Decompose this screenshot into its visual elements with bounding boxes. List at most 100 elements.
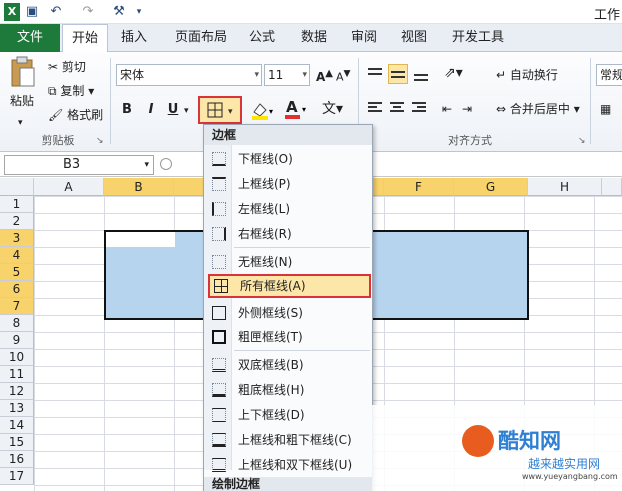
wrap-text-button[interactable]: ↵ 自动换行 (496, 66, 558, 84)
paste-button[interactable]: 粘贴 (10, 92, 34, 110)
active-cell[interactable] (106, 232, 175, 247)
menu-item-left-border[interactable]: 左框线(L) (204, 197, 372, 221)
select-all-corner[interactable] (0, 178, 34, 196)
copy-button[interactable]: ⧉ 复制 ▾ (48, 82, 94, 100)
column-header[interactable]: H (528, 178, 602, 196)
undo-icon[interactable]: ↶ (48, 3, 64, 21)
row-header[interactable]: 6 (0, 281, 34, 298)
merge-center-button[interactable]: ⇔ 合并后居中 ▾ (496, 100, 580, 118)
redo-icon[interactable]: ↷ (80, 3, 96, 21)
decrease-indent-icon[interactable]: ⇤ (442, 100, 452, 118)
column-header[interactable]: G (454, 178, 528, 196)
customize-tool-icon[interactable]: ⚒ (110, 3, 128, 21)
align-center-icon[interactable] (390, 100, 406, 116)
grow-font-icon[interactable]: A▲ (316, 65, 333, 86)
column-header[interactable]: F (384, 178, 454, 196)
watermark-logo-icon (462, 425, 494, 457)
underline-button[interactable]: U (164, 100, 182, 120)
align-left-icon[interactable] (368, 100, 384, 116)
accounting-format-icon[interactable]: ▦ (600, 100, 611, 118)
row-header[interactable]: 10 (0, 349, 34, 366)
font-size-select[interactable]: 11 ▾ (264, 64, 310, 86)
name-box-dropdown-icon[interactable]: ▾ (144, 156, 149, 174)
menu-item-top-double-bottom-border[interactable]: 上框线和双下框线(U) (204, 453, 372, 477)
paste-dropdown-icon[interactable]: ▾ (18, 114, 23, 132)
row-header[interactable]: 1 (0, 196, 34, 213)
font-name-select[interactable]: 宋体 ▾ (116, 64, 262, 86)
clipboard-launcher-icon[interactable]: ↘ (96, 132, 104, 150)
format-painter-button[interactable]: 🖌 格式刷 (48, 106, 103, 124)
row-header[interactable]: 12 (0, 383, 34, 400)
menu-item-no-border[interactable]: 无框线(N) (204, 250, 372, 274)
thick-box-border-icon (212, 330, 226, 344)
paste-icon[interactable] (8, 56, 38, 90)
tab-view[interactable]: 视图 (394, 24, 434, 52)
row-header[interactable]: 4 (0, 247, 34, 264)
column-header-overflow (602, 178, 622, 196)
fill-color-icon[interactable]: ▾ (250, 100, 276, 125)
menu-item-thick-box-border[interactable]: 粗匣框线(T) (204, 325, 372, 349)
menu-item-all-borders[interactable]: 所有框线(A) (208, 274, 371, 298)
menu-item-top-thick-bottom-border[interactable]: 上框线和粗下框线(C) (204, 428, 372, 452)
row-header[interactable]: 5 (0, 264, 34, 281)
align-middle-icon[interactable] (388, 64, 408, 84)
all-borders-icon: ▾ (207, 102, 233, 118)
align-right-icon[interactable] (412, 100, 428, 116)
align-bottom-icon[interactable] (414, 66, 430, 82)
row-header[interactable]: 14 (0, 417, 34, 434)
formula-bar-splitter-icon[interactable] (160, 158, 172, 170)
top-border-icon (212, 177, 226, 191)
underline-dropdown-icon[interactable]: ▾ (184, 102, 189, 120)
save-icon[interactable]: ▣ (24, 3, 40, 21)
menu-item-top-border[interactable]: 上框线(P) (204, 172, 372, 196)
cut-button[interactable]: ✂ 剪切 (48, 58, 86, 76)
shrink-font-icon[interactable]: A▼ (336, 65, 351, 87)
tab-review[interactable]: 审阅 (344, 24, 384, 52)
number-format-select[interactable]: 常规 (596, 64, 622, 86)
font-color-icon[interactable]: A ▾ (284, 98, 310, 125)
name-box-value: B3 (63, 157, 81, 172)
border-dropdown-menu: 边框 下框线(O) 上框线(P) 左框线(L) 右框线(R) 无框线(N) 所有… (203, 124, 373, 491)
alignment-launcher-icon[interactable]: ↘ (578, 132, 586, 150)
tab-formulas[interactable]: 公式 (240, 24, 284, 52)
row-header[interactable]: 15 (0, 434, 34, 451)
watermark-title: 酷知网 (498, 429, 561, 453)
row-header[interactable]: 3 (0, 230, 34, 247)
excel-logo-icon: X (4, 3, 20, 21)
tab-developer[interactable]: 开发工具 (446, 24, 510, 52)
tab-home[interactable]: 开始 (62, 24, 108, 53)
column-header[interactable]: B (104, 178, 174, 196)
menu-item-label: 外侧框线(S) (238, 306, 303, 320)
row-header[interactable]: 11 (0, 366, 34, 383)
row-header[interactable]: 2 (0, 213, 34, 230)
tab-insert[interactable]: 插入 (112, 24, 156, 52)
wrap-text-label: 自动换行 (509, 68, 558, 82)
row-header[interactable]: 8 (0, 315, 34, 332)
border-button[interactable]: ▾ (198, 96, 242, 124)
menu-item-outside-borders[interactable]: 外侧框线(S) (204, 301, 372, 325)
row-header[interactable]: 16 (0, 451, 34, 468)
row-header[interactable]: 9 (0, 332, 34, 349)
menu-item-label: 粗匣框线(T) (238, 330, 303, 344)
italic-button[interactable]: I (142, 100, 160, 120)
align-top-icon[interactable] (368, 66, 384, 82)
tab-file[interactable]: 文件 (0, 24, 60, 52)
row-header[interactable]: 17 (0, 468, 34, 485)
orientation-icon[interactable]: ⇗▾ (444, 64, 463, 82)
column-header[interactable]: A (34, 178, 104, 196)
bold-button[interactable]: B (118, 100, 136, 120)
menu-item-right-border[interactable]: 右框线(R) (204, 222, 372, 246)
menu-item-top-bottom-border[interactable]: 上下框线(D) (204, 403, 372, 427)
phonetic-guide-icon[interactable]: 文▾ (322, 100, 343, 118)
tab-page-layout[interactable]: 页面布局 (166, 24, 236, 52)
row-header[interactable]: 7 (0, 298, 34, 315)
watermark: 酷知网 越来越实用网 www.yueyangbang.com (372, 405, 622, 491)
increase-indent-icon[interactable]: ⇥ (462, 100, 472, 118)
menu-item-double-bottom-border[interactable]: 双底框线(B) (204, 353, 372, 377)
row-header[interactable]: 13 (0, 400, 34, 417)
name-box[interactable]: B3 ▾ (4, 155, 154, 175)
tab-data[interactable]: 数据 (292, 24, 336, 52)
menu-item-bottom-border[interactable]: 下框线(O) (204, 147, 372, 171)
qat-dropdown-icon[interactable]: ▾ (134, 3, 144, 21)
menu-item-thick-bottom-border[interactable]: 粗底框线(H) (204, 378, 372, 402)
